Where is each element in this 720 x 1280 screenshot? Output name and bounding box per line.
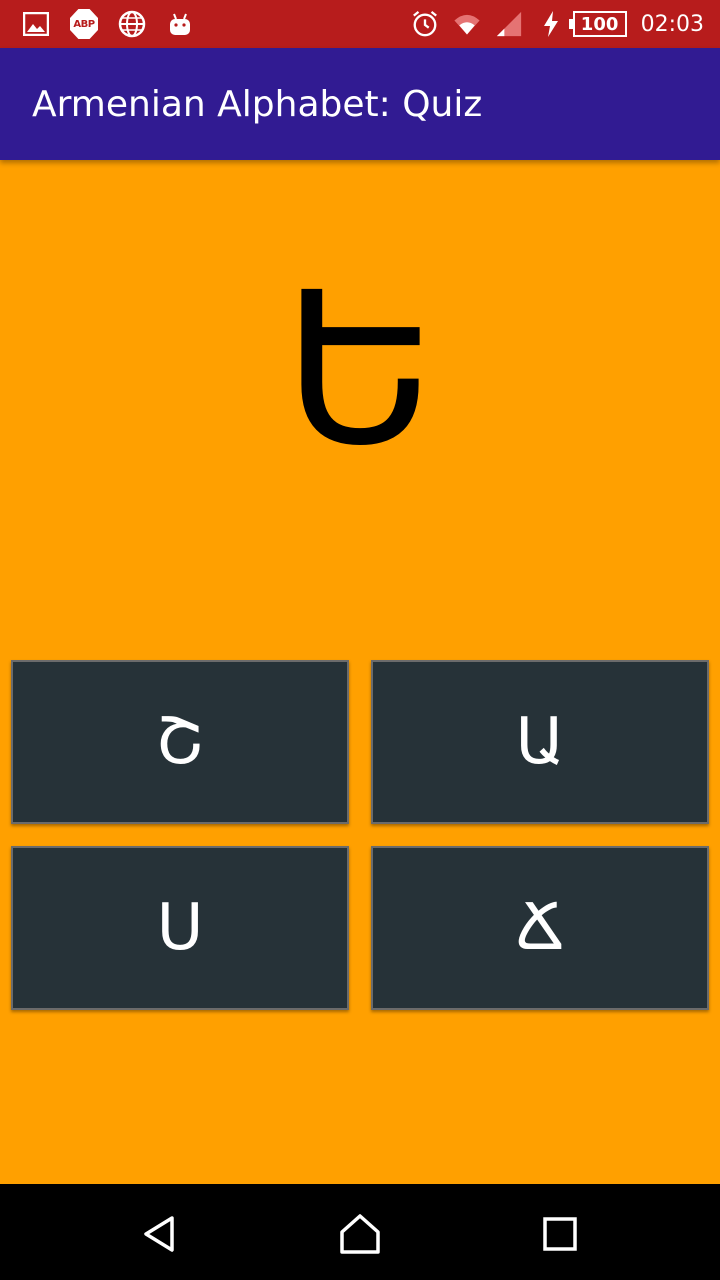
image-icon (22, 10, 50, 38)
status-bar-system: 100 02:03 (411, 8, 704, 40)
alarm-icon (411, 10, 439, 38)
home-icon (340, 1214, 380, 1254)
question-letter: Ե (283, 247, 437, 492)
battery-level: 100 (572, 11, 627, 37)
status-bar-notifications: ABP (22, 8, 214, 40)
adblock-label: ABP (70, 9, 98, 39)
android-icon (166, 10, 194, 38)
signal-icon (495, 10, 523, 38)
adblock-icon: ABP (70, 9, 98, 39)
back-icon (144, 1216, 174, 1252)
navigation-bar (0, 1184, 720, 1280)
answer-button-4[interactable]: Ճ (371, 846, 709, 1010)
recent-apps-button[interactable] (538, 1212, 582, 1256)
status-bar: ABP 100 02:03 (0, 0, 720, 48)
recent-apps-icon (543, 1217, 577, 1251)
status-time: 02:03 (640, 11, 704, 37)
answer-button-2[interactable]: Ա (371, 660, 709, 824)
charging-icon (537, 10, 565, 38)
answer-button-1[interactable]: Շ (11, 660, 349, 824)
answer-button-3[interactable]: Ս (11, 846, 349, 1010)
globe-icon (118, 10, 146, 38)
back-button[interactable] (138, 1212, 182, 1256)
home-button[interactable] (338, 1212, 382, 1256)
battery-indicator: 100 (568, 11, 627, 37)
wifi-icon (453, 10, 481, 38)
app-bar: Armenian Alphabet: Quiz (0, 48, 720, 160)
app-title: Armenian Alphabet: Quiz (32, 84, 483, 125)
